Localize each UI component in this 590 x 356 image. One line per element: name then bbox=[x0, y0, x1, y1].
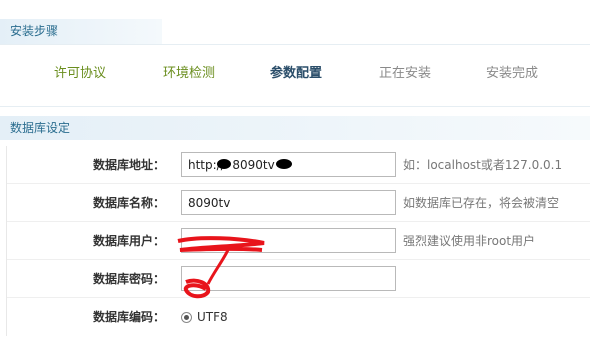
charset-utf8-label: UTF8 bbox=[197, 310, 228, 324]
db-user-row: 数据库用户： 强烈建议使用非root用户 bbox=[7, 222, 590, 260]
db-name-label: 数据库名称： bbox=[92, 196, 165, 210]
charset-utf8-option[interactable]: UTF8 bbox=[181, 309, 228, 325]
db-host-row: 数据库地址： 如：localhost或者127.0.0.1 bbox=[7, 146, 590, 184]
database-settings-heading: 数据库设定 bbox=[0, 116, 590, 140]
database-settings-form: 数据库地址： 如：localhost或者127.0.0.1 数据库名称： 如数据… bbox=[6, 146, 590, 336]
db-password-input[interactable] bbox=[181, 266, 396, 291]
db-host-input[interactable] bbox=[181, 152, 396, 177]
db-host-label: 数据库地址： bbox=[92, 158, 165, 172]
install-steps-bar: 许可协议 环境检测 参数配置 正在安装 安装完成 bbox=[0, 45, 590, 107]
step-installing: 正在安装 bbox=[379, 66, 432, 81]
db-user-hint: 强烈建议使用非root用户 bbox=[403, 234, 536, 248]
step-environment-check[interactable]: 环境检测 bbox=[163, 65, 215, 83]
db-name-input[interactable] bbox=[181, 190, 396, 215]
step-install-complete: 安装完成 bbox=[486, 66, 539, 81]
db-charset-label: 数据库编码： bbox=[92, 310, 165, 324]
db-name-hint: 如数据库已存在，将会被清空 bbox=[403, 196, 560, 210]
db-name-row: 数据库名称： 如数据库已存在，将会被清空 bbox=[7, 184, 590, 222]
db-password-row: 数据库密码： bbox=[7, 260, 590, 298]
db-user-input[interactable] bbox=[181, 228, 396, 253]
radio-selected-dot bbox=[184, 314, 189, 320]
step-license[interactable]: 许可协议 bbox=[54, 65, 106, 83]
db-user-label: 数据库用户： bbox=[92, 234, 165, 248]
step-parameter-config: 参数配置 bbox=[270, 66, 323, 81]
db-password-label: 数据库密码： bbox=[92, 272, 165, 286]
install-steps-heading: 安装步骤 bbox=[0, 19, 162, 44]
radio-button[interactable] bbox=[181, 311, 192, 323]
db-host-hint: 如：localhost或者127.0.0.1 bbox=[403, 158, 563, 172]
db-charset-row: 数据库编码： UTF8 bbox=[7, 298, 590, 336]
